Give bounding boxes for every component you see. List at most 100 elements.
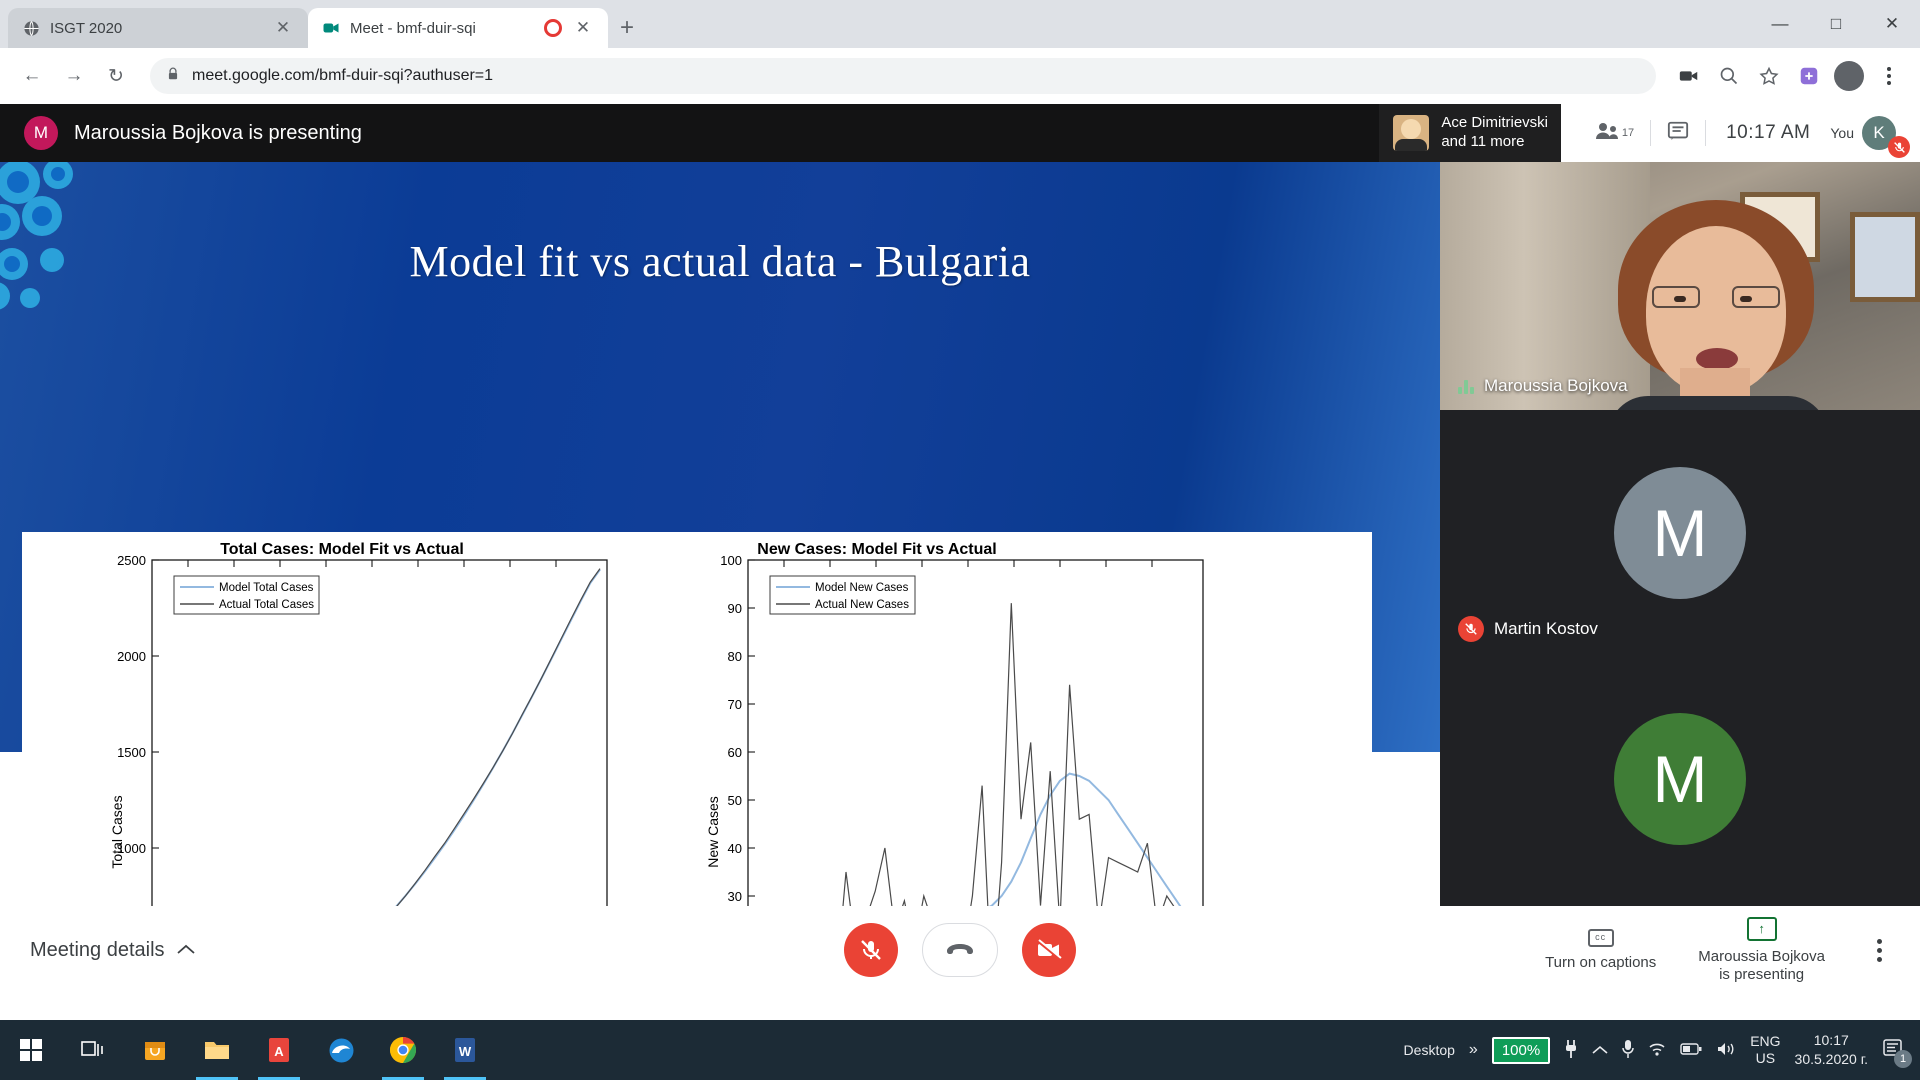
person-figure	[1600, 200, 1830, 410]
participant-tile-avatar-2[interactable]: M	[1440, 656, 1920, 902]
edge-icon[interactable]	[310, 1020, 372, 1080]
meeting-stage: Model fit vs actual data - Bulgaria Tota…	[0, 162, 1920, 906]
window-controls: — □ ✕	[1752, 0, 1920, 48]
search-zoom-icon[interactable]	[1712, 59, 1746, 93]
word-icon[interactable]: W	[434, 1020, 496, 1080]
legend-entry: Actual New Cases	[815, 599, 909, 611]
participants-button[interactable]: 17	[1579, 116, 1650, 150]
speaking-indicator-icon	[1458, 378, 1474, 394]
legend-entry: Model Total Cases	[219, 582, 314, 594]
start-icon[interactable]	[0, 1020, 62, 1080]
show-desktop-label[interactable]: Desktop	[1404, 1042, 1455, 1058]
present-screen-icon: ↑	[1746, 916, 1777, 941]
omnibox-icons	[1672, 59, 1906, 93]
captions-button[interactable]: cc Turn on captions	[1545, 928, 1657, 972]
meet-header-right: 17 10:17 AM You K	[1560, 104, 1920, 162]
forward-button[interactable]: →	[56, 58, 92, 94]
extension-icon[interactable]	[1792, 59, 1826, 93]
chat-icon	[1667, 120, 1689, 147]
chat-button[interactable]	[1651, 116, 1705, 150]
language-line2: US	[1755, 1050, 1776, 1066]
y-axis-label: Total Cases	[109, 795, 125, 868]
presenting-label: Maroussia Bojkova is presenting	[1698, 948, 1825, 984]
hangup-icon	[947, 944, 973, 954]
y-tick: 2000	[117, 649, 146, 664]
meeting-details-button[interactable]: Meeting details	[30, 939, 195, 962]
participant-tile-video[interactable]: Maroussia Bojkova	[1440, 162, 1920, 410]
camera-toggle-button[interactable]	[1022, 923, 1076, 977]
close-window-button[interactable]: ✕	[1864, 4, 1920, 44]
charts-container: Total Cases: Model Fit vs Actual 2500 20…	[22, 532, 1372, 906]
bottom-right-controls: cc Turn on captions ↑ Maroussia Bojkova …	[1545, 916, 1920, 984]
adobe-reader-icon[interactable]: A	[248, 1020, 310, 1080]
tray-overflow-icon[interactable]: »	[1469, 1041, 1478, 1059]
kebab-menu-icon[interactable]	[1872, 59, 1906, 93]
avatar[interactable]	[1832, 59, 1866, 93]
speaker-name-line1: Ace Dimitrievski	[1441, 114, 1548, 132]
star-icon[interactable]	[1752, 59, 1786, 93]
mic-toggle-button[interactable]	[844, 923, 898, 977]
presentation-area[interactable]: Model fit vs actual data - Bulgaria Tota…	[0, 162, 1440, 906]
browser-tab-isgt[interactable]: ISGT 2020 ✕	[8, 8, 308, 48]
presenting-label-line1: Maroussia Bojkova	[1698, 947, 1825, 965]
y-axis-label: New Cases	[705, 796, 721, 868]
presenting-label-line2: is presenting	[1719, 965, 1805, 983]
minimize-button[interactable]: —	[1752, 4, 1808, 44]
address-bar[interactable]: meet.google.com/bmf-duir-sqi?authuser=1	[150, 58, 1656, 94]
y-tick: 50	[728, 793, 742, 808]
file-explorer-icon[interactable]	[186, 1020, 248, 1080]
microphone-icon[interactable]	[1622, 1039, 1634, 1062]
captions-label: Turn on captions	[1545, 953, 1657, 971]
wifi-icon[interactable]	[1648, 1041, 1666, 1060]
participant-name: Maroussia Bojkova	[1484, 376, 1628, 395]
browser-tab-strip: ISGT 2020 ✕ Meet - bmf-duir-sqi ✕ + — □ …	[0, 0, 1920, 48]
browser-tab-meet[interactable]: Meet - bmf-duir-sqi ✕	[308, 8, 608, 48]
more-options-button[interactable]	[1867, 929, 1892, 972]
url-text: meet.google.com/bmf-duir-sqi?authuser=1	[192, 67, 494, 84]
chart-legend: Model New Cases Actual New Cases	[769, 575, 916, 615]
close-icon[interactable]: ✕	[272, 18, 294, 38]
meet-header: M Maroussia Bojkova is presenting Ace Di…	[0, 104, 1920, 162]
svg-text:A: A	[274, 1044, 284, 1059]
battery-percent-badge[interactable]: 100%	[1491, 1036, 1551, 1064]
chevron-up-icon[interactable]	[1592, 1042, 1608, 1058]
maximize-button[interactable]: □	[1808, 4, 1864, 44]
cc-icon: cc	[1587, 928, 1614, 947]
participant-name-overlay: Martin Kostov	[1458, 616, 1598, 642]
chart-new-cases: New Cases: Model Fit vs Actual 100 90 80…	[705, 541, 1204, 906]
chart-title: New Cases: Model Fit vs Actual	[757, 541, 996, 558]
video-feed	[1440, 162, 1920, 410]
chart-title: Total Cases: Model Fit vs Actual	[220, 541, 464, 558]
profile-initial	[1834, 61, 1864, 91]
active-speaker-chip[interactable]: Ace Dimitrievski and 11 more	[1379, 104, 1568, 162]
lock-icon	[166, 66, 180, 87]
volume-icon[interactable]	[1716, 1041, 1736, 1060]
svg-text:W: W	[459, 1044, 472, 1059]
participant-tile-avatar-1[interactable]: M Martin Kostov	[1440, 410, 1920, 656]
meeting-clock: 10:17 AM	[1726, 122, 1811, 143]
recording-indicator-icon	[544, 19, 562, 37]
language-indicator[interactable]: ENG US	[1750, 1033, 1780, 1068]
meeting-details-label: Meeting details	[30, 938, 165, 961]
video-camera-icon[interactable]	[1672, 59, 1706, 93]
battery-icon[interactable]	[1680, 1042, 1702, 1059]
present-now-button[interactable]: ↑ Maroussia Bojkova is presenting	[1698, 916, 1825, 984]
power-plug-icon[interactable]	[1564, 1039, 1578, 1062]
notification-center-icon[interactable]: 1	[1882, 1038, 1912, 1068]
language-line1: ENG	[1750, 1032, 1781, 1049]
tab-title: Meet - bmf-duir-sqi	[350, 19, 476, 37]
store-icon[interactable]	[124, 1020, 186, 1080]
close-icon[interactable]: ✕	[572, 18, 594, 38]
taskbar-clock[interactable]: 10:17 30.5.2020 г.	[1795, 1031, 1868, 1069]
new-tab-button[interactable]: +	[620, 14, 634, 42]
task-view-icon[interactable]	[62, 1020, 124, 1080]
back-button[interactable]: ←	[14, 58, 50, 94]
chrome-icon[interactable]	[372, 1020, 434, 1080]
camera-off-icon	[1037, 939, 1062, 961]
reload-button[interactable]: ↻	[98, 58, 134, 94]
mic-off-icon	[1458, 616, 1484, 642]
chrome-browser-window: ISGT 2020 ✕ Meet - bmf-duir-sqi ✕ + — □ …	[0, 0, 1920, 1020]
windows-taskbar: A W Desktop » 100% ENG US 10:17 30.5.202…	[0, 1020, 1920, 1080]
hangup-button[interactable]	[922, 923, 998, 977]
you-label: You	[1830, 125, 1854, 141]
